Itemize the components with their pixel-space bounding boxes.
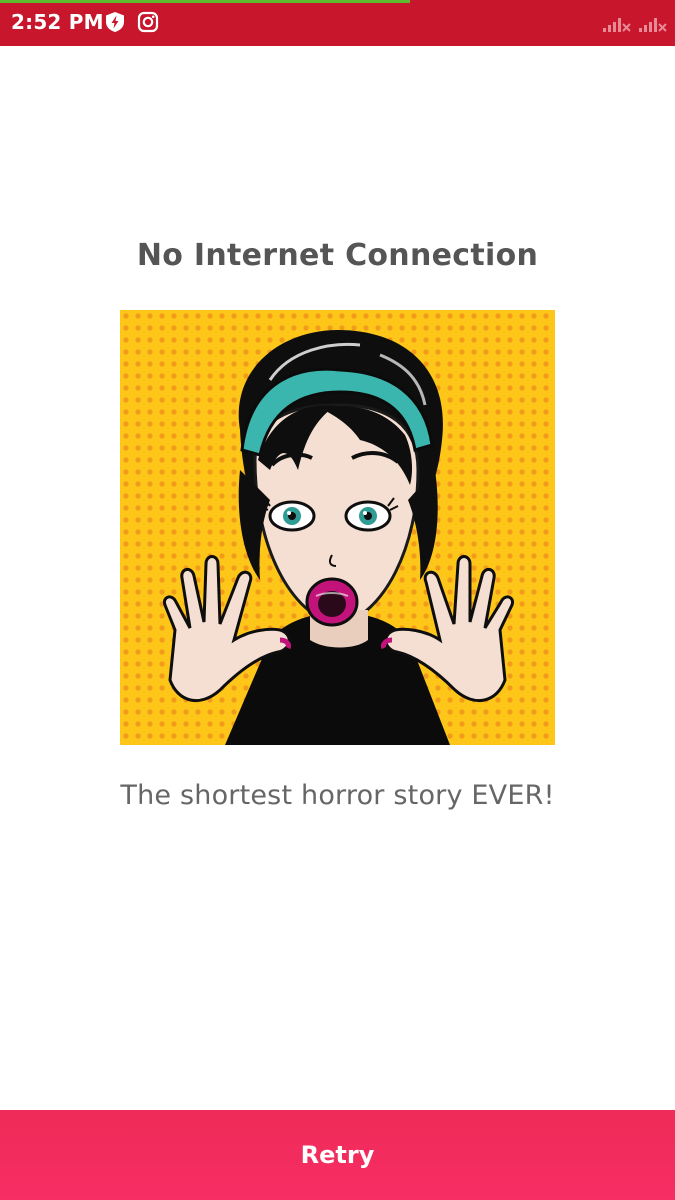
retry-button[interactable]: Retry	[0, 1110, 675, 1200]
shield-lightning-icon	[104, 11, 126, 33]
shocked-woman-illustration	[120, 310, 555, 745]
signal-off-icon	[602, 13, 632, 33]
status-bar: 2:52 PM	[0, 0, 675, 46]
subtitle-text: The shortest horror story EVER!	[120, 780, 555, 811]
status-time: 2:52 PM	[11, 10, 104, 34]
loading-progress-line	[0, 0, 410, 3]
no-internet-screen: 2:52 PM No Internet Connection The short…	[0, 0, 675, 1200]
signal-off-icon	[638, 13, 668, 33]
instagram-icon	[137, 11, 159, 33]
page-title: No Internet Connection	[136, 238, 539, 273]
